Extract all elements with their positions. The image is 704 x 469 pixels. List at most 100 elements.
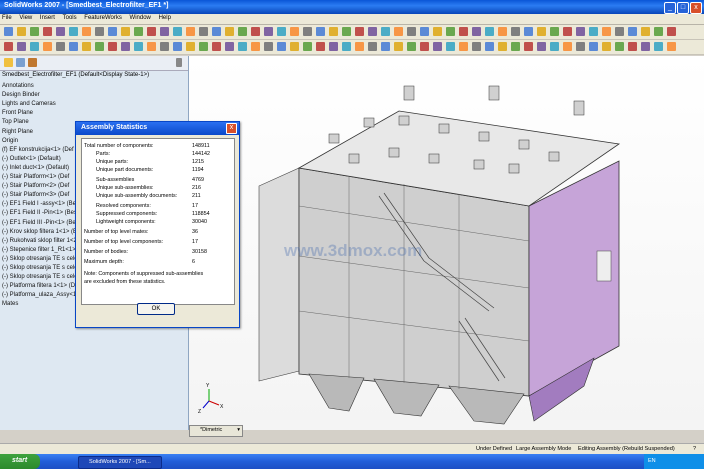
toolbar-tool-icon[interactable] [147,42,156,51]
tree-item[interactable]: (-) Stair Platform<1> (Def [2,174,69,180]
toolbar-tool-icon[interactable] [485,27,494,36]
toolbar-tool-icon[interactable] [641,27,650,36]
toolbar-tool-icon[interactable] [238,27,247,36]
toolbar-tool-icon[interactable] [420,27,429,36]
toolbar-tool-icon[interactable] [82,27,91,36]
toolbar-tool-icon[interactable] [433,42,442,51]
toolbar-tool-icon[interactable] [186,42,195,51]
toolbar-tool-icon[interactable] [251,27,260,36]
toolbar-tool-icon[interactable] [69,27,78,36]
toolbar-tool-icon[interactable] [459,42,468,51]
toolbar-tool-icon[interactable] [407,27,416,36]
toolbar-tool-icon[interactable] [199,42,208,51]
tree-assembly-name[interactable]: Smedbest_Electrofilter_EF1 (Default<Disp… [2,72,149,78]
toolbar-tool-icon[interactable] [69,42,78,51]
toolbar-tool-icon[interactable] [329,27,338,36]
toolbar-tool-icon[interactable] [56,42,65,51]
toolbar-tool-icon[interactable] [485,42,494,51]
toolbar-tool-icon[interactable] [472,27,481,36]
toolbar-tool-icon[interactable] [654,27,663,36]
toolbar-tool-icon[interactable] [524,42,533,51]
tree-item[interactable]: (-) EF1 Field I -assy<1> (Bes [2,201,79,207]
toolbar-tool-icon[interactable] [654,42,663,51]
menu-view[interactable]: View [19,15,32,21]
toolbar-tool-icon[interactable] [173,27,182,36]
toolbar-tool-icon[interactable] [342,42,351,51]
tree-item[interactable]: Front Plane [2,110,33,116]
tree-item[interactable]: Design Binder [2,92,40,98]
toolbar-tool-icon[interactable] [368,27,377,36]
toolbar-tool-icon[interactable] [43,27,52,36]
toolbar-tool-icon[interactable] [628,42,637,51]
tree-item[interactable]: (-) Rukohvati sklop filter 1<2> [2,238,80,244]
tree-item[interactable]: (-) Krov sklop filtera 1<1> (Be [2,229,80,235]
toolbar-tool-icon[interactable] [17,42,26,51]
ok-button[interactable]: OK [137,303,175,315]
tree-item[interactable]: (-) Stair Platform<2> (Def [2,183,69,189]
minimize-button[interactable]: _ [664,2,676,14]
toolbar-tool-icon[interactable] [446,27,455,36]
toolbar-tool-icon[interactable] [303,27,312,36]
toolbar-tool-icon[interactable] [602,27,611,36]
tree-item[interactable]: Mates [2,301,18,307]
toolbar-tool-icon[interactable] [121,42,130,51]
toolbar-tool-icon[interactable] [212,27,221,36]
chevron-down-icon[interactable]: ▾ [237,427,240,433]
tree-item[interactable]: (-) Outlet<1> (Default) [2,156,61,162]
tree-collapse-icon[interactable] [176,58,182,67]
tree-item[interactable]: (-) EF1 Field II -Pin<1> (Bes [2,210,77,216]
toolbar-tool-icon[interactable] [550,42,559,51]
toolbar-tool-icon[interactable] [95,27,104,36]
toolbar-tool-icon[interactable] [43,42,52,51]
toolbar-tool-icon[interactable] [238,42,247,51]
menu-featureworks[interactable]: FeatureWorks [84,15,122,21]
tree-item[interactable]: (-) EF1 Field III -Pin<1> (Bes [2,220,79,226]
toolbar-tool-icon[interactable] [498,27,507,36]
toolbar-tool-icon[interactable] [186,27,195,36]
toolbar-tool-icon[interactable] [134,27,143,36]
toolbar-tool-icon[interactable] [30,27,39,36]
toolbar-tool-icon[interactable] [4,42,13,51]
toolbar-tool-icon[interactable] [277,42,286,51]
help-icon[interactable]: ? [693,446,696,452]
toolbar-tool-icon[interactable] [589,42,598,51]
toolbar-tool-icon[interactable] [82,42,91,51]
property-manager-icon[interactable] [16,58,25,67]
toolbar-tool-icon[interactable] [264,27,273,36]
tree-item[interactable]: (-) Inlet duct<1> (Default) [2,165,69,171]
toolbar-tool-icon[interactable] [4,27,13,36]
toolbar-tool-icon[interactable] [342,27,351,36]
toolbar-tool-icon[interactable] [459,27,468,36]
feature-manager-icon[interactable] [4,58,13,67]
dialog-close-button[interactable]: x [226,123,237,134]
toolbar-tool-icon[interactable] [95,42,104,51]
toolbar-tool-icon[interactable] [160,27,169,36]
toolbar-tool-icon[interactable] [199,27,208,36]
tree-item[interactable]: (-) Platforma filtera 1<1> (De [2,283,78,289]
toolbar-tool-icon[interactable] [381,27,390,36]
toolbar-tool-icon[interactable] [537,27,546,36]
tree-item[interactable]: Top Plane [2,119,29,125]
taskbar-solidworks-button[interactable]: SolidWorks 2007 - [Sm... [78,456,162,469]
toolbar-tool-icon[interactable] [511,42,520,51]
menu-file[interactable]: File [2,15,12,21]
toolbar-tool-icon[interactable] [316,42,325,51]
toolbar-tool-icon[interactable] [667,42,676,51]
toolbar-tool-icon[interactable] [30,42,39,51]
toolbar-tool-icon[interactable] [251,42,260,51]
tree-item[interactable]: Origin [2,138,18,144]
toolbar-tool-icon[interactable] [615,42,624,51]
menu-window[interactable]: Window [130,15,151,21]
tree-item[interactable]: (-) Stepenice filter 1_R1<1> ( [2,247,79,253]
tree-item[interactable]: Right Plane [2,129,33,135]
menu-help[interactable]: Help [159,15,171,21]
maximize-button[interactable]: □ [677,2,689,14]
toolbar-tool-icon[interactable] [563,27,572,36]
toolbar-tool-icon[interactable] [108,42,117,51]
toolbar-tool-icon[interactable] [641,42,650,51]
view-orientation-tab[interactable]: *Dimetric ▾ [189,425,243,437]
toolbar-tool-icon[interactable] [667,27,676,36]
toolbar-tool-icon[interactable] [225,42,234,51]
toolbar-tool-icon[interactable] [121,27,130,36]
toolbar-tool-icon[interactable] [420,42,429,51]
